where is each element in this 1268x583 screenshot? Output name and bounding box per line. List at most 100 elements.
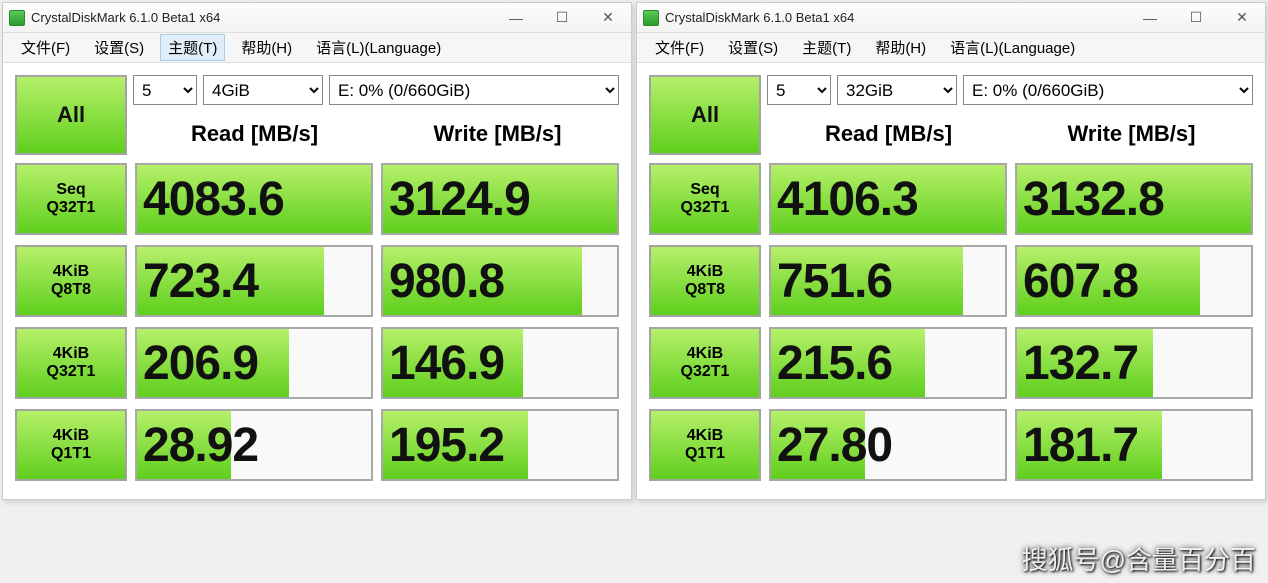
write-value: 3132.8 [1015,163,1253,235]
test-label-line1: 4KiB [687,263,723,281]
test-button-4kib-q32t1[interactable]: 4KiBQ32T1 [649,327,761,399]
content-area: All 5 4GiB E: 0% (0/660GiB) Read [MB/s] … [3,63,631,499]
test-label-line1: Seq [690,181,719,199]
titlebar: CrystalDiskMark 6.1.0 Beta1 x64 — ☐ ✕ [3,3,631,33]
result-row: 4KiBQ8T8 723.4 980.8 [15,245,619,317]
value-text: 215.6 [777,336,892,391]
result-row: SeqQ32T1 4106.3 3132.8 [649,163,1253,235]
selects-row: 5 32GiB E: 0% (0/660GiB) [767,75,1253,105]
app-icon [9,10,25,26]
all-button[interactable]: All [649,75,761,155]
read-value: 751.6 [769,245,1007,317]
value-text: 723.4 [143,254,258,309]
read-header: Read [MB/s] [767,121,1010,147]
watermark: 搜狐号@含量百分百 [1022,540,1256,577]
value-text: 181.7 [1023,418,1138,473]
menu-settings[interactable]: 设置(S) [86,34,152,61]
column-headers: Read [MB/s] Write [MB/s] [133,121,619,147]
result-row: 4KiBQ32T1 215.6 132.7 [649,327,1253,399]
app-icon [643,10,659,26]
select-drive[interactable]: E: 0% (0/660GiB) [329,75,619,105]
close-button[interactable]: ✕ [1219,3,1265,33]
menu-language[interactable]: 语言(L)(Language) [942,34,1083,61]
write-value: 132.7 [1015,327,1253,399]
menu-language[interactable]: 语言(L)(Language) [308,34,449,61]
maximize-button[interactable]: ☐ [1173,3,1219,33]
test-button-seq-q32t1[interactable]: SeqQ32T1 [649,163,761,235]
result-rows: SeqQ32T14083.63124.94KiBQ8T8723.4980.84K… [15,163,619,481]
menu-help[interactable]: 帮助(H) [867,34,934,61]
test-label-line1: 4KiB [53,263,89,281]
test-button-seq-q32t1[interactable]: SeqQ32T1 [15,163,127,235]
menu-theme[interactable]: 主题(T) [160,34,225,61]
maximize-button[interactable]: ☐ [539,3,585,33]
menubar: 文件(F) 设置(S) 主题(T) 帮助(H) 语言(L)(Language) [637,33,1265,63]
test-button-4kib-q8t8[interactable]: 4KiBQ8T8 [649,245,761,317]
result-row: 4KiBQ1T1 28.92 195.2 [15,409,619,481]
test-label-line2: Q8T8 [51,281,91,299]
test-label-line1: Seq [56,181,85,199]
value-text: 195.2 [389,418,504,473]
titlebar: CrystalDiskMark 6.1.0 Beta1 x64 — ☐ ✕ [637,3,1265,33]
test-button-4kib-q1t1[interactable]: 4KiBQ1T1 [649,409,761,481]
value-text: 980.8 [389,254,504,309]
value-text: 751.6 [777,254,892,309]
value-text: 3124.9 [389,172,530,227]
menu-help[interactable]: 帮助(H) [233,34,300,61]
value-text: 146.9 [389,336,504,391]
read-value: 206.9 [135,327,373,399]
write-value: 980.8 [381,245,619,317]
test-label-line1: 4KiB [53,345,89,363]
read-value: 4106.3 [769,163,1007,235]
result-row: 4KiBQ1T1 27.80 181.7 [649,409,1253,481]
window-right: CrystalDiskMark 6.1.0 Beta1 x64 — ☐ ✕ 文件… [636,2,1266,500]
result-row: SeqQ32T14083.63124.9 [15,163,619,235]
select-size[interactable]: 32GiB [837,75,957,105]
minimize-button[interactable]: — [1127,3,1173,33]
test-label-line2: Q32T1 [681,199,730,217]
test-label-line2: Q32T1 [47,363,96,381]
write-value: 146.9 [381,327,619,399]
value-text: 27.80 [777,418,892,473]
select-size[interactable]: 4GiB [203,75,323,105]
window-controls: — ☐ ✕ [493,3,631,33]
test-label-line2: Q32T1 [47,199,96,217]
write-value: 607.8 [1015,245,1253,317]
column-headers: Read [MB/s] Write [MB/s] [767,121,1253,147]
select-drive[interactable]: E: 0% (0/660GiB) [963,75,1253,105]
select-count[interactable]: 5 [133,75,197,105]
all-button[interactable]: All [15,75,127,155]
test-label-line2: Q1T1 [51,445,91,463]
read-value: 28.92 [135,409,373,481]
value-text: 3132.8 [1023,172,1164,227]
window-title: CrystalDiskMark 6.1.0 Beta1 x64 [665,10,1127,25]
menu-theme[interactable]: 主题(T) [794,34,859,61]
test-button-4kib-q32t1[interactable]: 4KiBQ32T1 [15,327,127,399]
menu-file[interactable]: 文件(F) [13,34,78,61]
test-label-line2: Q8T8 [685,281,725,299]
test-button-4kib-q1t1[interactable]: 4KiBQ1T1 [15,409,127,481]
write-value: 195.2 [381,409,619,481]
menubar: 文件(F) 设置(S) 主题(T) 帮助(H) 语言(L)(Language) [3,33,631,63]
write-header: Write [MB/s] [1010,121,1253,147]
content-area: All 5 32GiB E: 0% (0/660GiB) Read [MB/s]… [637,63,1265,499]
close-button[interactable]: ✕ [585,3,631,33]
select-count[interactable]: 5 [767,75,831,105]
windows-container: CrystalDiskMark 6.1.0 Beta1 x64 — ☐ ✕ 文件… [0,0,1268,502]
test-label-line1: 4KiB [687,345,723,363]
write-value: 3124.9 [381,163,619,235]
selects-row: 5 4GiB E: 0% (0/660GiB) [133,75,619,105]
menu-file[interactable]: 文件(F) [647,34,712,61]
menu-settings[interactable]: 设置(S) [720,34,786,61]
value-text: 607.8 [1023,254,1138,309]
value-text: 28.92 [143,418,258,473]
minimize-button[interactable]: — [493,3,539,33]
value-text: 4106.3 [777,172,918,227]
test-button-4kib-q8t8[interactable]: 4KiBQ8T8 [15,245,127,317]
read-value: 27.80 [769,409,1007,481]
window-controls: — ☐ ✕ [1127,3,1265,33]
result-row: 4KiBQ8T8 751.6 607.8 [649,245,1253,317]
read-value: 723.4 [135,245,373,317]
result-row: 4KiBQ32T1206.9146.9 [15,327,619,399]
read-value: 215.6 [769,327,1007,399]
